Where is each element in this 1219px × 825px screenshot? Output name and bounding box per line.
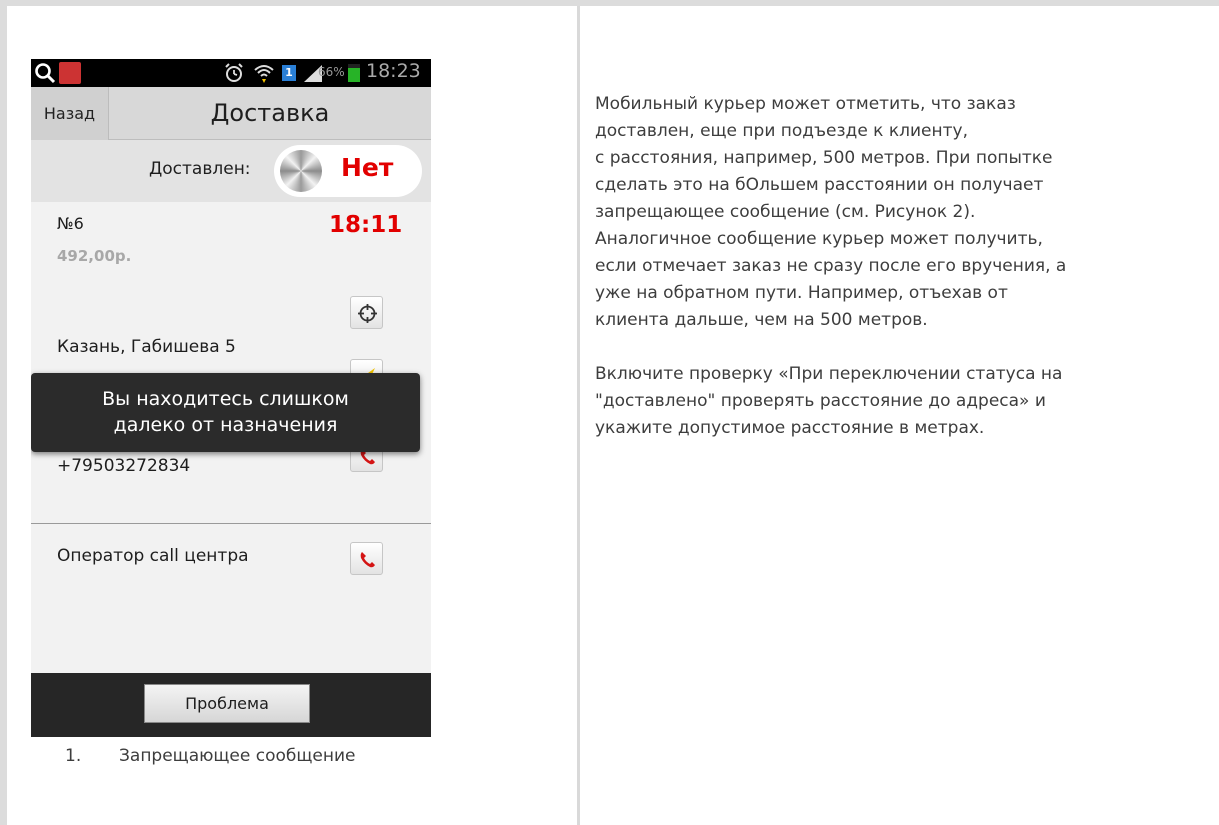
crosshair-icon <box>358 304 377 323</box>
sim-icon: 1 <box>282 65 296 81</box>
delivered-row: Доставлен: Нет <box>31 140 431 202</box>
delivered-label: Доставлен: <box>149 159 251 179</box>
text-line: уже на обратном пути. Например, отъехав … <box>595 283 1008 303</box>
column-divider <box>577 6 580 825</box>
order-address: Казань, Габишева 5 <box>57 337 236 357</box>
alarm-icon <box>225 63 243 82</box>
text-line: клиента дальше, чем на 500 метров. <box>595 310 928 330</box>
caption-text: Запрещающее сообщение <box>119 746 356 766</box>
status-bar: 1 66% 18:23 <box>31 59 431 87</box>
text-line: Включите проверку «При переключении стат… <box>595 364 1063 384</box>
title-bar: Назад Доставка <box>31 87 431 140</box>
client-phone: +79503272834 <box>57 456 191 476</box>
section-divider <box>31 523 431 524</box>
toast-line-2: далеко от назначения <box>113 414 338 436</box>
description-paragraph-2: Включите проверку «При переключении стат… <box>595 361 1205 442</box>
toggle-state-text: Нет <box>341 153 394 182</box>
toast-message: Вы находитесь слишком далеко от назначен… <box>31 373 420 452</box>
toast-line-1: Вы находитесь слишком <box>102 388 349 410</box>
text-line: "доставлено" проверять расстояние до адр… <box>595 391 1046 411</box>
operator-label: Оператор call центра <box>57 546 249 566</box>
search-icon <box>35 63 56 84</box>
text-line: Мобильный курьер может отметить, что зак… <box>595 94 1016 114</box>
page-frame-left <box>0 0 7 825</box>
screen-title: Доставка <box>210 99 330 127</box>
wifi-icon <box>254 65 274 83</box>
delivered-toggle[interactable]: Нет <box>274 145 422 197</box>
figure-caption: 1. Запрещающее сообщение <box>65 746 355 766</box>
battery-icon <box>348 64 360 82</box>
page-frame-top <box>0 0 1219 6</box>
text-line: доставлен, еще при подъезде к клиенту, <box>595 121 968 141</box>
text-line: укажите допустимое расстояние в метрах. <box>595 418 985 438</box>
order-time: 18:11 <box>329 212 403 238</box>
phone-icon <box>360 552 375 568</box>
text-line: Аналогичное сообщение курьер может получ… <box>595 229 1043 249</box>
text-line: запрещающее сообщение (см. Рисунок 2). <box>595 202 976 222</box>
problem-button[interactable]: Проблема <box>144 684 310 723</box>
bottom-bar: Проблема <box>31 673 431 737</box>
description-text: Мобильный курьер может отметить, что зак… <box>595 91 1205 469</box>
description-paragraph-1: Мобильный курьер может отметить, что зак… <box>595 91 1205 334</box>
locate-button[interactable] <box>350 296 383 329</box>
text-line: сделать это на бОльшем расстоянии он пол… <box>595 175 1044 195</box>
battery-percent: 66% <box>318 65 345 79</box>
order-sum: 492,00р. <box>57 247 132 265</box>
order-number: №6 <box>57 214 84 233</box>
text-line: с расстояния, например, 500 метров. При … <box>595 148 1053 168</box>
call-operator-button[interactable] <box>350 542 383 575</box>
toggle-knob[interactable] <box>280 150 322 192</box>
text-line: если отмечает заказ не сразу после его в… <box>595 256 1067 276</box>
back-button[interactable]: Назад <box>31 87 109 140</box>
caption-number: 1. <box>65 746 82 766</box>
app-icon <box>59 62 81 84</box>
phone-screenshot: 1 66% 18:23 Назад Доставка Доставлен: Не… <box>31 59 431 737</box>
status-time: 18:23 <box>366 60 421 82</box>
